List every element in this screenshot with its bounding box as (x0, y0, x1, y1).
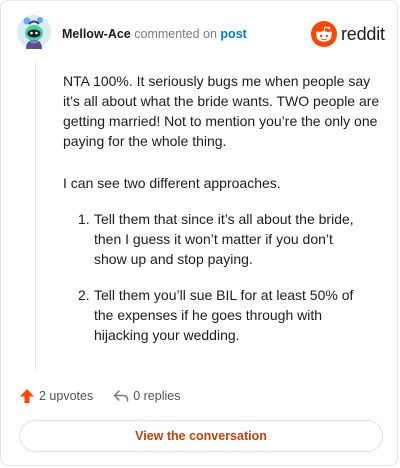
thread-line (35, 61, 36, 371)
upvote-arrow-icon (20, 389, 34, 403)
reddit-alien-icon (311, 21, 337, 47)
commented-on-text: commented on (134, 27, 217, 41)
comment-stats: 2 upvotes 0 replies (19, 388, 180, 404)
comment-paragraph: I can see two different approaches. (63, 175, 281, 191)
list-number: 2. (78, 287, 90, 303)
list-item-text: Tell them you’ll sue BIL for at least 50… (94, 287, 354, 343)
reply-arrow-icon (113, 390, 129, 402)
comment-body: NTA 100%. It seriously bugs me when peop… (63, 71, 381, 343)
reply-stat[interactable]: 0 replies (113, 388, 180, 404)
list-item-text: Tell them that since it’s all about the … (94, 211, 354, 267)
comment-header: Mellow-Ace commented on post (62, 27, 247, 41)
upvote-stat[interactable]: 2 upvotes (19, 388, 93, 404)
view-conversation-button[interactable]: View the conversation (19, 420, 383, 452)
reddit-wordmark: reddit (341, 23, 385, 44)
post-link[interactable]: post (220, 27, 246, 41)
upvote-count: 2 upvotes (39, 389, 94, 403)
list-number: 1. (78, 211, 90, 227)
comment-card: Mellow-Ace commented on post reddit NTA … (0, 0, 398, 466)
comment-paragraph: NTA 100%. It seriously bugs me when peop… (63, 73, 380, 149)
user-avatar[interactable] (17, 15, 51, 49)
avatar-icon (17, 15, 51, 49)
reply-count: 0 replies (133, 389, 181, 403)
username-link[interactable]: Mellow-Ace (62, 27, 131, 41)
reddit-logo[interactable]: reddit (311, 21, 385, 47)
